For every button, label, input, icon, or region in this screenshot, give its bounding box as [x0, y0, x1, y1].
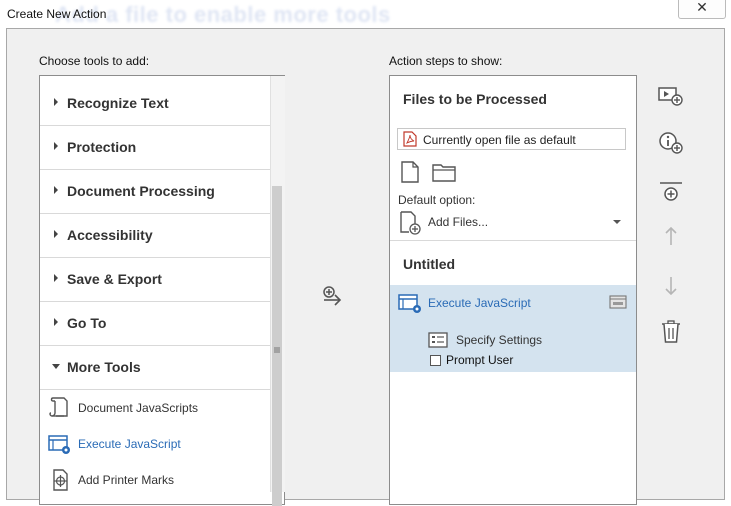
category-label: More Tools [67, 359, 141, 375]
scroll-grip-icon [274, 347, 280, 353]
execute-javascript-icon [48, 435, 70, 454]
category-label: Go To [67, 315, 107, 331]
file-source-value: Currently open file as default [423, 133, 576, 147]
add-step-icon[interactable] [320, 284, 346, 310]
tools-list: Recognize Text Protection Document Proce… [39, 75, 285, 505]
chevron-right-icon [54, 186, 58, 194]
chevron-right-icon [54, 230, 58, 238]
category-more-tools[interactable]: More Tools [40, 346, 270, 390]
chevron-right-icon [54, 274, 58, 282]
category-accessibility[interactable]: Accessibility [40, 214, 270, 258]
chevron-down-icon[interactable] [613, 220, 621, 224]
close-button[interactable]: ✕ [678, 0, 726, 19]
prompt-user-checkbox[interactable] [430, 355, 441, 366]
add-files-dropdown[interactable]: Add Files... [428, 215, 488, 229]
category-protection[interactable]: Protection [40, 126, 270, 170]
delete-icon[interactable] [657, 318, 685, 346]
chevron-right-icon [54, 98, 58, 106]
category-document-processing[interactable]: Document Processing [40, 170, 270, 214]
close-icon: ✕ [696, 0, 708, 15]
tool-document-javascripts[interactable]: Document JavaScripts [40, 390, 270, 426]
step-label[interactable]: Execute JavaScript [428, 296, 531, 310]
window-title: Create New Action [7, 7, 107, 21]
pdf-file-icon [403, 131, 417, 147]
chevron-right-icon [54, 142, 58, 150]
add-instruction-icon[interactable] [657, 129, 685, 157]
divider [390, 240, 636, 241]
add-panel-icon[interactable] [657, 82, 685, 110]
default-option-label: Default option: [398, 193, 476, 207]
printer-marks-icon [53, 469, 68, 491]
choose-tools-label: Choose tools to add: [39, 54, 150, 68]
category-label: Accessibility [67, 227, 153, 243]
step-options-icon[interactable] [609, 295, 627, 309]
category-go-to[interactable]: Go To [40, 302, 270, 346]
new-file-icon[interactable] [400, 161, 420, 183]
tool-add-printer-marks[interactable]: Add Printer Marks [40, 462, 270, 498]
chevron-down-icon [52, 364, 60, 369]
action-steps-label: Action steps to show: [389, 54, 503, 68]
category-label: Protection [67, 139, 137, 155]
add-divider-icon[interactable] [657, 178, 685, 206]
tool-execute-javascript[interactable]: Execute JavaScript [40, 426, 270, 462]
document-javascripts-icon [49, 397, 68, 417]
tool-label: Execute JavaScript [78, 437, 181, 451]
specify-settings-link[interactable]: Specify Settings [456, 333, 542, 347]
category-label: Save & Export [67, 271, 162, 287]
chevron-right-icon [54, 318, 58, 326]
folder-icon[interactable] [432, 162, 456, 182]
add-files-icon [400, 211, 421, 235]
category-label: Recognize Text [67, 95, 169, 111]
category-label: Document Processing [67, 183, 215, 199]
specify-settings-icon [428, 332, 448, 348]
tool-label: Add Printer Marks [78, 473, 175, 487]
move-down-icon[interactable] [657, 272, 685, 300]
untitled-panel-header[interactable]: Untitled [403, 256, 455, 272]
execute-javascript-icon [398, 294, 421, 313]
move-up-icon[interactable] [657, 223, 685, 251]
tool-label: Document JavaScripts [78, 401, 199, 415]
category-recognize-text[interactable]: Recognize Text [40, 82, 270, 126]
files-to-be-processed-header: Files to be Processed [403, 91, 547, 107]
prompt-user-label[interactable]: Prompt User [446, 353, 513, 367]
category-save-export[interactable]: Save & Export [40, 258, 270, 302]
